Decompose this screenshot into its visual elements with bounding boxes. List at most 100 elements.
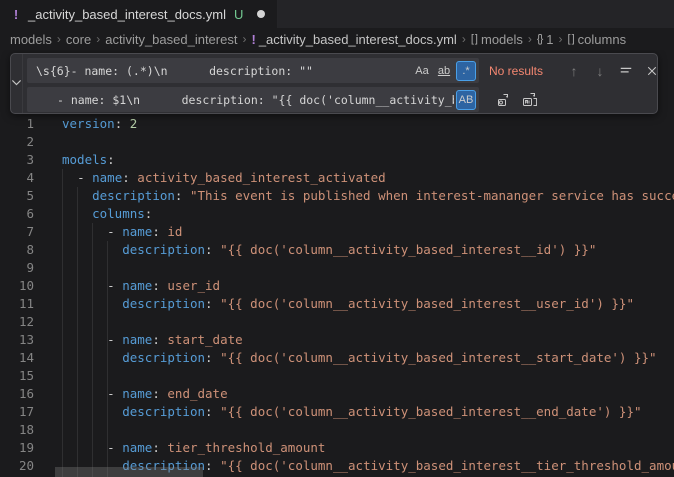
code-token: - [107, 278, 122, 293]
code-token: "{{ doc('column__activity_based_interest… [220, 242, 596, 257]
code-token [62, 350, 122, 365]
code-token: description [122, 296, 205, 311]
code-line[interactable]: - name: end_date [0, 385, 674, 403]
breadcrumb-label: activity_based_interest [105, 32, 237, 47]
code-token [62, 224, 107, 239]
breadcrumb-label: models [481, 32, 523, 47]
code-line[interactable]: - name: start_date [0, 331, 674, 349]
code-line[interactable]: description: "{{ doc('column__activity_b… [0, 349, 674, 367]
breadcrumb-item[interactable]: !_activity_based_interest_docs.yml [251, 32, 456, 47]
yaml-file-icon: ! [251, 32, 254, 47]
breadcrumb-item[interactable]: [ ] models [471, 32, 523, 47]
breadcrumb-separator-icon: › [57, 32, 61, 46]
symbol-array-icon: [ ] [471, 33, 477, 45]
code-line[interactable]: - name: user_id [0, 277, 674, 295]
code-line[interactable] [0, 259, 674, 277]
arrow-down-icon: ↓ [597, 63, 604, 79]
code-token: : [152, 278, 160, 293]
modified-dot-icon[interactable] [257, 10, 265, 18]
code-token [213, 350, 221, 365]
breadcrumb-separator-icon: › [242, 32, 246, 46]
code-token [62, 386, 107, 401]
code-token [62, 404, 122, 419]
code-token [213, 458, 221, 473]
match-case-button[interactable]: Aa [412, 61, 432, 81]
replace-all-icon [522, 92, 538, 108]
replace-input[interactable]: - name: $1\n description: "{{ doc('colum… [27, 87, 479, 112]
whole-word-button[interactable]: ab [434, 61, 454, 81]
next-match-button[interactable]: ↓ [589, 60, 611, 82]
code-line[interactable]: models: [0, 151, 674, 169]
code-token: "This event is published when interest-m… [190, 188, 674, 203]
code-line[interactable] [0, 421, 674, 439]
code-token: : [107, 152, 115, 167]
code-line[interactable]: - name: activity_based_interest_activate… [0, 169, 674, 187]
symbol-array-icon: [ ] [568, 33, 574, 45]
breadcrumb-item[interactable]: models [10, 32, 52, 47]
code-token [182, 188, 190, 203]
selection-lines-icon [619, 64, 633, 78]
code-token: start_date [167, 332, 242, 347]
code-token: name [122, 224, 152, 239]
code-token: activity_based_interest_activated [137, 170, 385, 185]
preserve-case-button[interactable]: AB [456, 90, 476, 110]
code-line[interactable]: columns: [0, 205, 674, 223]
code-token: : [205, 404, 213, 419]
code-token: - [77, 170, 92, 185]
code-line[interactable] [0, 313, 674, 331]
code-token: : [205, 242, 213, 257]
replace-all-button[interactable] [519, 89, 541, 111]
find-results-count: No results [489, 64, 559, 78]
code-token: "{{ doc('column__activity_based_interest… [220, 296, 634, 311]
code-line[interactable]: description: "{{ doc('column__activity_b… [0, 403, 674, 421]
find-input[interactable]: \s{6}- name: (.*)\n description: "" Aa a… [27, 58, 479, 83]
code-token: "{{ doc('column__activity_based_interest… [220, 350, 657, 365]
code-token: : [205, 458, 213, 473]
find-input-value[interactable]: \s{6}- name: (.*)\n description: "" [36, 64, 410, 78]
find-replace-widget: \s{6}- name: (.*)\n description: "" Aa a… [10, 53, 658, 114]
code-token [213, 404, 221, 419]
code-line[interactable]: description: "{{ doc('column__activity_b… [0, 295, 674, 313]
code-token: description [122, 404, 205, 419]
breadcrumb: models › core › activity_based_interest › !_ac… [0, 28, 674, 50]
editor-tab[interactable]: ! _activity_based_interest_docs.yml U [0, 0, 278, 28]
code-line[interactable]: version: 2 [0, 115, 674, 133]
code-token [62, 296, 122, 311]
replace-input-value[interactable]: - name: $1\n description: "{{ doc('colum… [36, 93, 454, 107]
replace-icon [496, 92, 512, 108]
horizontal-scrollbar-thumb[interactable] [55, 467, 203, 477]
code-line[interactable]: - name: id [0, 223, 674, 241]
breadcrumb-item[interactable]: [ ]columns [568, 32, 627, 47]
code-token: : [205, 350, 213, 365]
replace-button[interactable] [493, 89, 515, 111]
code-line[interactable]: description: "{{ doc('column__activity_b… [0, 241, 674, 259]
code-line[interactable] [0, 367, 674, 385]
breadcrumb-separator-icon: › [96, 32, 100, 46]
symbol-object-icon: {} [537, 33, 542, 45]
breadcrumb-label: models [10, 32, 52, 47]
close-find-button[interactable] [641, 60, 663, 82]
code-token: - [107, 224, 122, 239]
whole-word-icon: ab [438, 65, 450, 77]
regex-button[interactable]: .* [456, 61, 476, 81]
code-line[interactable]: - name: tier_threshold_amount [0, 439, 674, 457]
code-token [122, 116, 130, 131]
editor-pane[interactable]: 1version: 223models:4 - name: activity_b… [0, 50, 674, 477]
code-token: description [122, 242, 205, 257]
code-line[interactable]: description: "This event is published wh… [0, 187, 674, 205]
code-token: end_date [167, 386, 227, 401]
code-token [213, 296, 221, 311]
toggle-replace-button[interactable] [11, 54, 23, 113]
breadcrumb-item[interactable]: activity_based_interest [105, 32, 237, 47]
code-line[interactable] [0, 133, 674, 151]
code-token: : [205, 296, 213, 311]
code-token: : [152, 332, 160, 347]
find-in-selection-button[interactable] [615, 60, 637, 82]
code-token: : [152, 224, 160, 239]
code-token [62, 188, 92, 203]
code-token: "{{ doc('column__activity_based_interest… [220, 458, 674, 473]
breadcrumb-item[interactable]: {}1 [537, 32, 554, 47]
breadcrumb-item[interactable]: core [66, 32, 91, 47]
previous-match-button[interactable]: ↑ [563, 60, 585, 82]
code-token: user_id [167, 278, 220, 293]
